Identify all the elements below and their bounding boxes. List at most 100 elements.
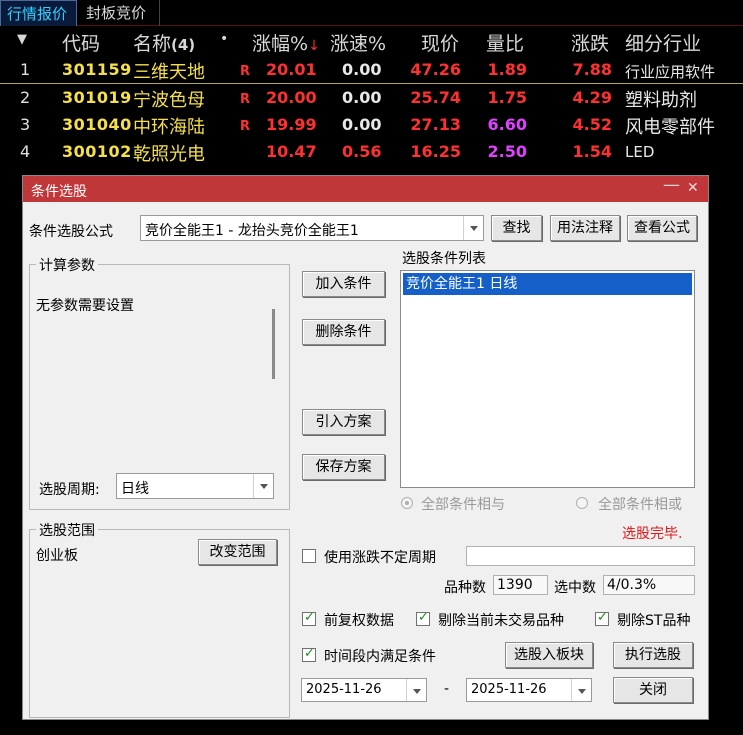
radio-and[interactable] (401, 497, 413, 509)
table-row[interactable]: 1 301159 三维天地 R 20.01 0.00 47.26 1.89 7.… (0, 56, 743, 84)
table-row[interactable]: 4 300102 乾照光电 10.47 0.56 16.25 2.50 1.54… (0, 138, 743, 166)
price: 25.74 (410, 88, 461, 107)
condition-list[interactable]: 竞价全能王1 日线 (400, 270, 695, 488)
date-to-value: 2025-11-26 (471, 682, 547, 697)
selected-field: 4/0.3% (603, 575, 695, 595)
view-formula-button[interactable]: 查看公式 (627, 215, 697, 241)
header-rise[interactable]: 涨跌 (571, 29, 609, 56)
header-change-pct[interactable]: 涨幅%↓ (252, 29, 320, 56)
speed: 0.56 (342, 142, 382, 161)
execute-button[interactable]: 执行选股 (613, 642, 693, 668)
stock-code: 301159 (62, 60, 132, 79)
chevron-down-icon[interactable] (253, 474, 273, 498)
header-name[interactable]: 名称(4) (133, 29, 195, 56)
row-index: 3 (20, 115, 31, 134)
price: 47.26 (410, 60, 461, 79)
exclude-st-label: 剔除ST品种 (617, 613, 691, 629)
table-header: ▼ 代码 名称(4) • 涨幅%↓ 涨速% 现价 量比 涨跌 细分行业 (0, 28, 743, 56)
dialog-title: 条件选股 (31, 184, 87, 200)
stock-name: 乾照光电 (133, 144, 205, 165)
radio-or-label: 全部条件相或 (598, 497, 682, 513)
period-satisfy-checkbox[interactable] (302, 646, 316, 662)
date-separator: - (444, 681, 450, 697)
formula-value: 竞价全能王1 - 龙抬头竞价全能王1 (145, 223, 359, 239)
price: 27.13 (410, 115, 461, 134)
formula-label: 条件选股公式 (29, 224, 113, 240)
sort-menu-icon[interactable]: ▼ (17, 32, 27, 47)
price: 16.25 (410, 142, 461, 161)
use-period-label: 使用涨跌不定周期 (324, 550, 436, 566)
formula-select[interactable]: 竞价全能王1 - 龙抬头竞价全能王1 (140, 215, 484, 241)
to-block-button[interactable]: 选股入板块 (505, 642, 593, 668)
tab-bar: 行情报价 封板竞价 (0, 0, 743, 26)
industry: LED (625, 143, 655, 161)
rise: 4.52 (572, 115, 612, 134)
adjusted-data-label: 前复权数据 (324, 613, 394, 629)
range-group-title: 选股范围 (36, 520, 98, 540)
rise: 1.54 (572, 142, 612, 161)
stock-code: 301019 (62, 88, 132, 107)
radio-and-label: 全部条件相与 (421, 497, 505, 513)
chevron-down-icon[interactable] (463, 216, 483, 240)
row-index: 1 (20, 60, 31, 79)
change-pct: 20.00 (266, 88, 317, 107)
table-row[interactable]: 2 301019 宁波色母 R 20.00 0.00 25.74 1.75 4.… (0, 84, 743, 112)
vol-ratio: 2.50 (487, 142, 527, 161)
date-from-picker[interactable]: 2025-11-26 (301, 678, 427, 702)
vol-ratio: 6.60 (487, 115, 527, 134)
count-label: 品种数 (444, 580, 486, 596)
period-value: 日线 (121, 481, 149, 497)
exclude-untraded-label: 剔除当前未交易品种 (438, 613, 564, 629)
header-price[interactable]: 现价 (421, 29, 459, 56)
row-index: 2 (20, 88, 31, 107)
exclude-st-checkbox[interactable] (595, 610, 609, 626)
close-icon[interactable]: ✕ (687, 180, 699, 196)
close-button[interactable]: 关闭 (613, 677, 693, 703)
list-item[interactable]: 竞价全能王1 日线 (403, 273, 692, 295)
tab-quotes[interactable]: 行情报价 (0, 0, 77, 26)
dialog-body: 条件选股公式 竞价全能王1 - 龙抬头竞价全能王1 查找 用法注释 查看公式 计… (23, 202, 708, 719)
header-vol-ratio[interactable]: 量比 (486, 29, 524, 56)
margin-flag: R (240, 92, 251, 107)
params-text: 无参数需要设置 (36, 298, 134, 314)
params-group-title: 计算参数 (36, 255, 98, 275)
period-input[interactable] (466, 546, 695, 566)
stock-name: 中环海陆 (133, 117, 205, 138)
header-count: (4) (171, 36, 196, 54)
row-index: 4 (20, 142, 31, 161)
speed: 0.00 (342, 115, 382, 134)
radio-or[interactable] (576, 497, 588, 509)
vol-ratio: 1.75 (487, 88, 527, 107)
params-scrollbar[interactable] (272, 309, 275, 379)
selected-label: 选中数 (554, 580, 596, 596)
minimize-icon[interactable]: — (663, 175, 680, 195)
adjusted-data-checkbox[interactable] (302, 610, 316, 626)
period-select[interactable]: 日线 (116, 473, 274, 499)
header-speed[interactable]: 涨速% (330, 29, 386, 56)
add-condition-button[interactable]: 加入条件 (302, 271, 385, 297)
tab-limit-auction[interactable]: 封板竞价 (80, 0, 160, 26)
stock-code: 301040 (62, 115, 132, 134)
save-scheme-button[interactable]: 保存方案 (302, 454, 385, 480)
delete-condition-button[interactable]: 删除条件 (302, 319, 385, 345)
find-button[interactable]: 查找 (491, 215, 542, 241)
params-group: 计算参数 无参数需要设置 选股周期: 日线 (29, 255, 290, 510)
margin-flag: R (240, 119, 251, 134)
use-period-checkbox[interactable] (302, 549, 316, 563)
rise: 4.29 (572, 88, 612, 107)
table-row[interactable]: 3 301040 中环海陆 R 19.99 0.00 27.13 6.60 4.… (0, 111, 743, 139)
date-to-picker[interactable]: 2025-11-26 (466, 678, 592, 702)
import-scheme-button[interactable]: 引入方案 (302, 409, 385, 435)
stock-name: 三维天地 (133, 62, 205, 83)
dialog-titlebar[interactable]: 条件选股 — ✕ (23, 175, 708, 202)
chevron-down-icon[interactable] (406, 679, 426, 701)
period-label: 选股周期: (39, 482, 100, 498)
header-code[interactable]: 代码 (62, 29, 100, 56)
stock-filter-dialog: 条件选股 — ✕ 条件选股公式 竞价全能王1 - 龙抬头竞价全能王1 查找 用法… (22, 175, 709, 720)
change-pct: 10.47 (266, 142, 317, 161)
exclude-untraded-checkbox[interactable] (416, 610, 430, 626)
chevron-down-icon[interactable] (571, 679, 591, 701)
change-range-button[interactable]: 改变范围 (198, 539, 277, 565)
usage-button[interactable]: 用法注释 (550, 215, 620, 241)
header-industry[interactable]: 细分行业 (625, 29, 701, 56)
